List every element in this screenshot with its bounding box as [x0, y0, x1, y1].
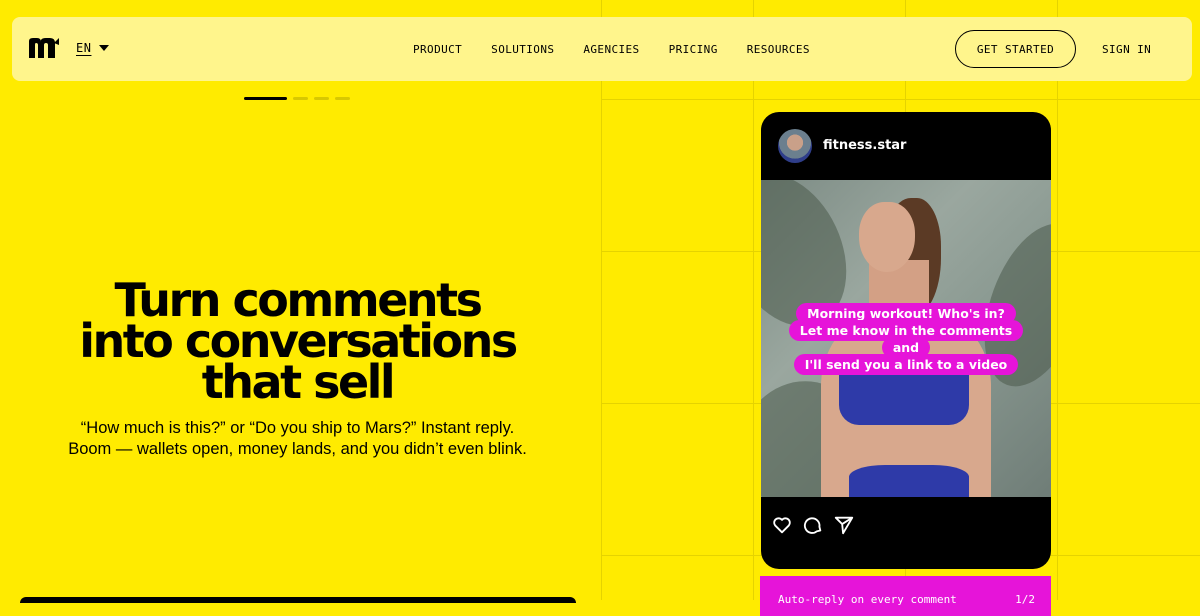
post-actions — [771, 514, 855, 536]
logo-icon[interactable] — [28, 37, 60, 59]
carousel-dot[interactable] — [293, 97, 308, 100]
menu-item-agencies[interactable]: AGENCIES — [583, 43, 639, 57]
bottom-element-edge — [20, 597, 576, 603]
carousel-dot[interactable] — [314, 97, 329, 100]
get-started-button[interactable]: GET STARTED — [955, 30, 1076, 68]
post-photo: Morning workout! Who's in? Let me know i… — [761, 180, 1051, 497]
sign-in-link[interactable]: SIGN IN — [1102, 43, 1151, 57]
feature-card: Auto-reply on every comment 1/2 — [760, 576, 1051, 616]
menu-item-pricing[interactable]: PRICING — [669, 43, 718, 57]
top-navbar: EN PRODUCT SOLUTIONS AGENCIES PRICING RE… — [12, 17, 1192, 81]
menu-item-solutions[interactable]: SOLUTIONS — [491, 43, 554, 57]
post-header: fitness.star — [761, 112, 1051, 180]
caption-line: Let me know in the comments and — [788, 320, 1024, 358]
chevron-down-icon — [99, 45, 110, 51]
comment-icon[interactable] — [802, 514, 824, 536]
language-code: EN — [76, 41, 92, 55]
send-icon[interactable] — [833, 514, 855, 536]
comment-caption-bubble: Morning workout! Who's in? Let me know i… — [786, 303, 1026, 375]
caption-line: I'll send you a link to a video — [793, 354, 1019, 375]
hero-headline: Turn comments into conversations that se… — [30, 277, 565, 405]
menu-item-product[interactable]: PRODUCT — [413, 43, 462, 57]
hero-subtitle: “How much is this?” or “Do you ship to M… — [30, 418, 565, 460]
carousel-indicators — [244, 97, 350, 100]
instagram-post-mockup: fitness.star Morning workout! Who's in? … — [761, 112, 1051, 569]
carousel-dot[interactable] — [244, 97, 287, 100]
heart-icon[interactable] — [771, 514, 793, 536]
subtitle-line: Boom — wallets open, money lands, and yo… — [68, 440, 527, 458]
carousel-dot[interactable] — [335, 97, 350, 100]
main-menu: PRODUCT SOLUTIONS AGENCIES PRICING RESOU… — [413, 43, 839, 57]
headline-line: that sell — [201, 355, 396, 409]
menu-item-resources[interactable]: RESOURCES — [747, 43, 810, 57]
subtitle-line: “How much is this?” or “Do you ship to M… — [80, 419, 515, 437]
language-selector[interactable]: EN — [76, 41, 110, 55]
post-username: fitness.star — [823, 138, 907, 153]
avatar — [778, 129, 812, 163]
